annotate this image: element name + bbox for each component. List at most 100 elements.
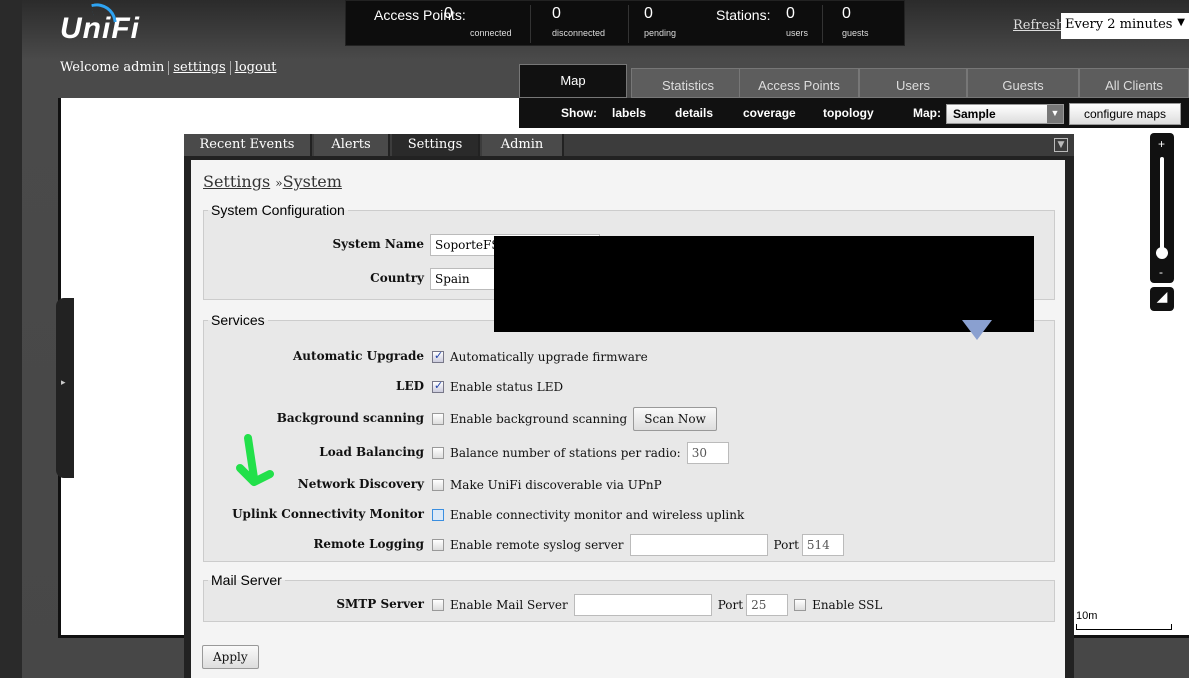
automatic-upgrade-label: Automatic Upgrade xyxy=(292,349,424,363)
st-users-count: 0 xyxy=(786,5,795,22)
system-configuration-legend: System Configuration xyxy=(211,202,345,218)
background-scanning-checkbox[interactable] xyxy=(432,413,444,425)
toggle-coverage[interactable]: coverage xyxy=(743,106,796,120)
breadcrumb-system[interactable]: System xyxy=(283,172,342,191)
mail-server-text: Enable Mail Server xyxy=(450,598,568,612)
load-balancing-checkbox[interactable] xyxy=(432,447,444,459)
st-users-stat: 0 users xyxy=(786,5,808,41)
tab-recent-events[interactable]: Recent Events xyxy=(184,134,312,156)
breadcrumb-settings[interactable]: Settings xyxy=(203,172,270,191)
chevron-right-icon: ▸ xyxy=(61,378,66,388)
syslog-port-input[interactable]: 514 xyxy=(801,534,844,556)
map-select-value: Sample xyxy=(953,107,996,121)
breadcrumb: Settings »System xyxy=(203,172,342,191)
tab-map[interactable]: Map xyxy=(519,64,627,98)
mail-server-legend: Mail Server xyxy=(211,572,282,588)
zoom-in-icon[interactable]: + xyxy=(1158,137,1165,151)
background-scanning-text: Enable background scanning xyxy=(450,412,628,426)
automatic-upgrade-row: Automatic Upgrade Automatically upgrade … xyxy=(204,346,1054,368)
tab-alerts[interactable]: Alerts xyxy=(314,134,390,156)
smtp-port-label: Port xyxy=(717,598,744,612)
tab-settings[interactable]: Settings xyxy=(392,134,480,156)
background-scanning-row: Background scanning Enable background sc… xyxy=(204,407,1054,431)
toggle-details[interactable]: details xyxy=(675,106,713,120)
configure-maps-button[interactable]: configure maps xyxy=(1069,103,1181,125)
divider xyxy=(628,5,629,43)
services-legend: Services xyxy=(211,312,265,328)
system-name-label: System Name xyxy=(332,237,424,251)
ap-pending-label: pending xyxy=(644,28,677,38)
left-edge-strip xyxy=(0,0,22,678)
stations-title: Stations: xyxy=(716,7,771,23)
stats-bar: Access Points: 0 connected 0 disconnecte… xyxy=(345,0,905,46)
tab-statistics[interactable]: Statistics xyxy=(631,68,745,98)
tab-access-points[interactable]: Access Points xyxy=(739,68,859,98)
load-balancing-row: Load Balancing Balance number of station… xyxy=(204,442,1054,464)
ap-connected-stat: 0 connected xyxy=(444,5,512,41)
automatic-upgrade-checkbox[interactable] xyxy=(432,349,444,363)
scan-now-button[interactable]: Scan Now xyxy=(633,407,717,431)
country-label: Country xyxy=(370,271,424,285)
tab-guests[interactable]: Guests xyxy=(967,68,1079,98)
settings-link[interactable]: settings xyxy=(173,60,225,75)
smtp-label: SMTP Server xyxy=(336,597,424,611)
map-label: Map: xyxy=(913,106,941,120)
refresh-interval-select[interactable]: Every 2 minutes ▼ xyxy=(1061,13,1189,39)
ap-connected-count: 0 xyxy=(444,5,453,22)
map-scale-label: 10m xyxy=(1076,610,1098,622)
tab-admin[interactable]: Admin xyxy=(482,134,564,156)
remote-logging-text: Enable remote syslog server xyxy=(450,538,624,552)
led-row: LED Enable status LED xyxy=(204,376,1054,398)
ap-disconnected-label: disconnected xyxy=(552,28,606,38)
refresh-link[interactable]: Refresh xyxy=(1013,18,1064,33)
zoom-slider-handle[interactable] xyxy=(1156,247,1168,259)
led-text: Enable status LED xyxy=(450,380,564,394)
breadcrumb-separator: » xyxy=(275,176,283,190)
panel-tabs: Recent Events Alerts Settings Admin ▼ xyxy=(184,134,1074,156)
remote-logging-checkbox[interactable] xyxy=(432,539,444,551)
tab-all-clients[interactable]: All Clients xyxy=(1079,68,1189,98)
mail-server-group: Mail Server SMTP Server Enable Mail Serv… xyxy=(203,572,1055,622)
ruler-icon[interactable]: ◢ xyxy=(1150,287,1174,311)
welcome-text: Welcome admin xyxy=(60,60,165,75)
uplink-monitor-text: Enable connectivity monitor and wireless… xyxy=(450,508,745,522)
st-users-label: users xyxy=(786,28,809,38)
load-balancing-text: Balance number of stations per radio: xyxy=(450,446,681,460)
toggle-topology[interactable]: topology xyxy=(823,106,874,120)
divider xyxy=(530,5,531,43)
mail-server-checkbox[interactable] xyxy=(432,599,444,611)
map-scale-bar xyxy=(1076,624,1172,630)
smtp-server-input[interactable] xyxy=(573,594,712,616)
logout-link[interactable]: logout xyxy=(235,60,277,75)
syslog-port-label: Port xyxy=(773,538,799,552)
remote-logging-row: Remote Logging Enable remote syslog serv… xyxy=(204,534,1054,556)
map-side-toggle[interactable]: ▸ xyxy=(56,298,74,478)
ssl-checkbox[interactable] xyxy=(794,599,807,611)
zoom-control[interactable]: + - xyxy=(1150,133,1174,283)
services-group: Services Automatic Upgrade Automatically… xyxy=(203,312,1055,562)
map-select[interactable]: Sample ▼ xyxy=(946,104,1064,124)
ap-pending-count: 0 xyxy=(644,5,653,22)
zoom-out-icon[interactable]: - xyxy=(1159,265,1163,279)
automatic-upgrade-text: Automatically upgrade firmware xyxy=(450,350,648,364)
ap-disconnected-stat: 0 disconnected xyxy=(552,5,605,41)
chevron-down-icon: ▼ xyxy=(1177,17,1185,28)
load-balancing-input[interactable]: 30 xyxy=(686,442,729,464)
network-discovery-text: Make UniFi discoverable via UPnP xyxy=(450,478,662,492)
apply-button[interactable]: Apply xyxy=(202,645,259,669)
tab-users[interactable]: Users xyxy=(859,68,967,98)
smtp-row: SMTP Server Enable Mail Server Port 25 Enab… xyxy=(204,594,1054,616)
ssl-text: Enable SSL xyxy=(812,598,883,612)
led-checkbox[interactable] xyxy=(432,379,444,393)
collapse-icon[interactable]: ▼ xyxy=(1054,138,1068,152)
syslog-server-input[interactable] xyxy=(629,534,768,556)
show-label: Show: xyxy=(561,106,597,120)
unifi-window: UniFi Access Points: 0 connected 0 disco… xyxy=(0,0,1189,678)
smtp-port-input[interactable]: 25 xyxy=(746,594,789,616)
network-discovery-checkbox[interactable] xyxy=(432,479,444,491)
toggle-labels[interactable]: labels xyxy=(612,106,646,120)
settings-panel: Recent Events Alerts Settings Admin ▼ Se… xyxy=(184,134,1074,678)
uplink-monitor-row: Uplink Connectivity Monitor Enable conne… xyxy=(204,504,1054,526)
zoom-track[interactable] xyxy=(1160,157,1164,257)
uplink-monitor-checkbox[interactable] xyxy=(432,509,444,521)
